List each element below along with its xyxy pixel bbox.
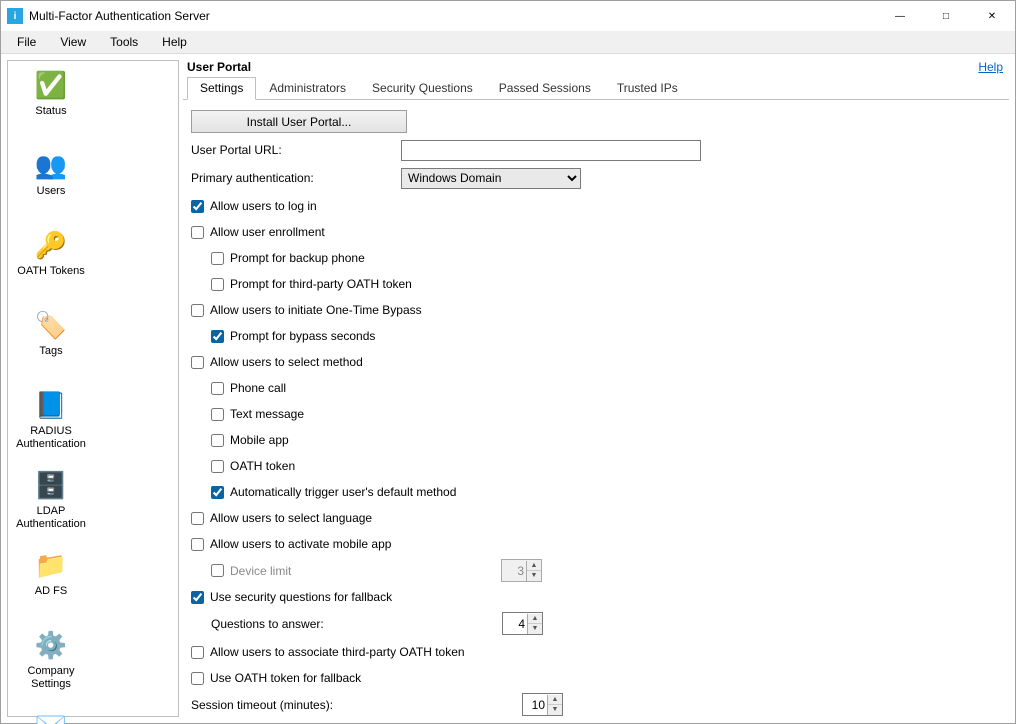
user-portal-url-input[interactable] xyxy=(401,140,701,161)
method-phone-checkbox[interactable]: Phone call xyxy=(211,381,286,395)
maximize-button[interactable]: □ xyxy=(923,1,969,31)
tabstrip: SettingsAdministratorsSecurity Questions… xyxy=(183,76,1009,100)
nav-item-label: OATH Tokens xyxy=(17,265,84,278)
close-button[interactable]: ✕ xyxy=(969,1,1015,31)
menubar: File View Tools Help xyxy=(1,31,1015,54)
primary-auth-select[interactable]: Windows Domain xyxy=(401,168,581,189)
oath-tokens-icon: 🔑 xyxy=(35,229,67,261)
nav-item-company-settings[interactable]: ⚙️ Company Settings xyxy=(8,625,94,705)
nav-item-label: Tags xyxy=(39,345,62,358)
method-mobileapp-checkbox[interactable]: Mobile app xyxy=(211,433,289,447)
session-timeout-spinner[interactable]: ▲▼ xyxy=(522,693,563,716)
nav-item-label: AD FS xyxy=(35,585,67,598)
menu-file[interactable]: File xyxy=(5,33,48,51)
client-area: ✅ Status 👥 Users 🔑 OATH Tokens 🏷️ Tags 📘 RADIUS A… xyxy=(1,54,1015,723)
allow-login-checkbox[interactable]: Allow users to log in xyxy=(191,199,317,213)
minimize-button[interactable]: — xyxy=(877,1,923,31)
page-title: User Portal xyxy=(187,60,978,74)
nav-item-label: RADIUS Authentication xyxy=(10,425,92,451)
use-security-questions-checkbox[interactable]: Use security questions for fallback xyxy=(191,590,392,604)
prompt-third-party-oath-checkbox[interactable]: Prompt for third-party OATH token xyxy=(211,277,412,291)
adfs-icon: 📁 xyxy=(35,549,67,581)
nav-item-label: Company Settings xyxy=(10,665,92,691)
nav-panel: ✅ Status 👥 Users 🔑 OATH Tokens 🏷️ Tags 📘 RADIUS A… xyxy=(7,60,179,717)
content-panel: User Portal Help SettingsAdministratorsS… xyxy=(183,60,1009,717)
device-limit-checkbox[interactable]: Device limit xyxy=(211,564,501,578)
tab-trusted-ips[interactable]: Trusted IPs xyxy=(604,77,691,100)
tab-security-questions[interactable]: Security Questions xyxy=(359,77,486,100)
tab-settings-content: Install User Portal... User Portal URL: … xyxy=(183,100,1009,717)
window-controls: — □ ✕ xyxy=(877,1,1015,31)
allow-bypass-checkbox[interactable]: Allow users to initiate One-Time Bypass xyxy=(191,303,422,317)
session-timeout-label: Session timeout (minutes): xyxy=(191,698,522,712)
status-icon: ✅ xyxy=(35,69,67,101)
method-oath-checkbox[interactable]: OATH token xyxy=(211,459,295,473)
nav-item-tags[interactable]: 🏷️ Tags xyxy=(8,305,94,385)
allow-enrollment-checkbox[interactable]: Allow user enrollment xyxy=(191,225,325,239)
nav-item-label: Status xyxy=(35,105,66,118)
nav-item-label: Users xyxy=(37,185,66,198)
help-link[interactable]: Help xyxy=(978,60,1003,74)
ldap-auth-icon: 🗄️ xyxy=(35,469,67,501)
questions-to-answer-label: Questions to answer: xyxy=(211,617,502,631)
allow-select-method-checkbox[interactable]: Allow users to select method xyxy=(191,355,363,369)
nav-item-label: LDAP Authentication xyxy=(10,505,92,531)
nav-item-status[interactable]: ✅ Status xyxy=(8,65,94,145)
tab-settings[interactable]: Settings xyxy=(187,77,256,100)
nav-item-email[interactable]: ✉️Email xyxy=(8,705,94,724)
allow-activate-mobile-checkbox[interactable]: Allow users to activate mobile app xyxy=(191,537,391,551)
tags-icon: 🏷️ xyxy=(35,309,67,341)
questions-to-answer-spinner[interactable]: ▲▼ xyxy=(502,612,543,635)
nav-item-users[interactable]: 👥 Users xyxy=(8,145,94,225)
method-text-checkbox[interactable]: Text message xyxy=(211,407,304,421)
tab-administrators[interactable]: Administrators xyxy=(256,77,359,100)
allow-associate-oath-checkbox[interactable]: Allow users to associate third-party OAT… xyxy=(191,645,465,659)
window-title: Multi-Factor Authentication Server xyxy=(29,9,877,23)
nav-item-radius-authentication[interactable]: 📘 RADIUS Authentication xyxy=(8,385,94,465)
user-portal-url-label: User Portal URL: xyxy=(191,143,401,157)
titlebar: i Multi-Factor Authentication Server — □… xyxy=(1,1,1015,31)
prompt-bypass-seconds-checkbox[interactable]: Prompt for bypass seconds xyxy=(211,329,375,343)
method-auto-trigger-checkbox[interactable]: Automatically trigger user's default met… xyxy=(211,485,456,499)
prompt-backup-phone-checkbox[interactable]: Prompt for backup phone xyxy=(211,251,365,265)
menu-tools[interactable]: Tools xyxy=(98,33,150,51)
company-settings-icon: ⚙️ xyxy=(35,629,67,661)
app-icon: i xyxy=(7,8,23,24)
allow-select-language-checkbox[interactable]: Allow users to select language xyxy=(191,511,372,525)
primary-auth-label: Primary authentication: xyxy=(191,171,401,185)
use-oath-fallback-checkbox[interactable]: Use OATH token for fallback xyxy=(191,671,361,685)
menu-view[interactable]: View xyxy=(48,33,98,51)
nav-item-ldap-authentication[interactable]: 🗄️ LDAP Authentication xyxy=(8,465,94,545)
app-window: i Multi-Factor Authentication Server — □… xyxy=(0,0,1016,724)
email-icon: ✉️ xyxy=(35,709,67,724)
content-header: User Portal Help xyxy=(183,60,1009,74)
install-user-portal-button[interactable]: Install User Portal... xyxy=(191,110,407,133)
device-limit-spinner[interactable]: ▲▼ xyxy=(501,559,542,582)
radius-auth-icon: 📘 xyxy=(35,389,67,421)
users-icon: 👥 xyxy=(35,149,67,181)
nav-item-ad-fs[interactable]: 📁 AD FS xyxy=(8,545,94,625)
menu-help[interactable]: Help xyxy=(150,33,199,51)
tab-passed-sessions[interactable]: Passed Sessions xyxy=(486,77,604,100)
nav-item-oath-tokens[interactable]: 🔑 OATH Tokens xyxy=(8,225,94,305)
